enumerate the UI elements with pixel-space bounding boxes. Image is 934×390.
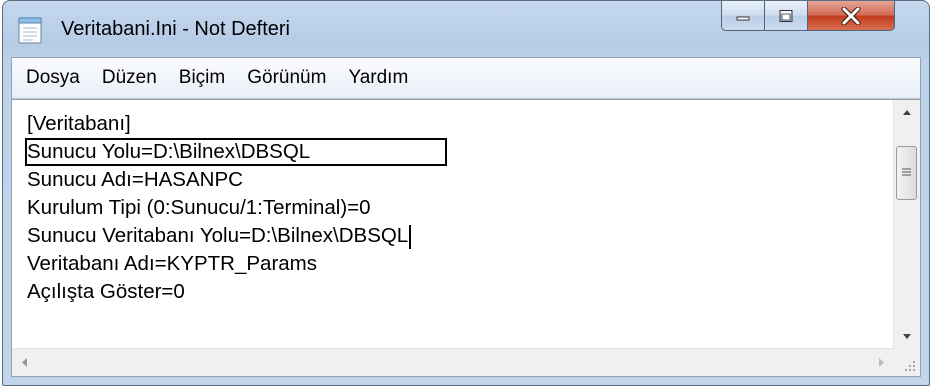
scroll-down-arrow-icon[interactable] bbox=[894, 323, 920, 349]
maximize-icon bbox=[779, 9, 793, 22]
scroll-left-arrow-icon[interactable] bbox=[12, 349, 38, 376]
text-line: Sunucu Veritabanı Yolu=D:\Bilnex\DBSQL bbox=[27, 224, 409, 247]
notepad-icon[interactable] bbox=[17, 15, 45, 45]
minimize-button[interactable] bbox=[721, 1, 765, 31]
scroll-up-arrow-icon[interactable] bbox=[894, 100, 920, 126]
text-line: [Veritabanı] bbox=[27, 112, 131, 135]
scroll-right-arrow-icon[interactable] bbox=[868, 349, 894, 376]
horizontal-scrollbar[interactable] bbox=[12, 348, 894, 376]
maximize-button[interactable] bbox=[764, 1, 808, 31]
menu-item-duzen[interactable]: Düzen bbox=[91, 58, 168, 98]
size-grip-icon[interactable] bbox=[894, 349, 920, 376]
client-area: Dosya Düzen Biçim Görünüm Yardım [Verita… bbox=[11, 57, 921, 377]
text-editor[interactable]: [Veritabanı] Sunucu Yolu=D:\Bilnex\DBSQL… bbox=[12, 99, 920, 376]
menu-item-yardim[interactable]: Yardım bbox=[337, 58, 419, 98]
text-line: Veritabanı Adı=KYPTR_Params bbox=[27, 252, 318, 275]
text-line: Sunucu Yolu=D:\Bilnex\DBSQL bbox=[27, 140, 311, 163]
scroll-grip-icon bbox=[902, 168, 911, 176]
menu-item-dosya[interactable]: Dosya bbox=[12, 58, 91, 98]
close-button[interactable] bbox=[807, 1, 895, 31]
menu-item-gorunum[interactable]: Görünüm bbox=[236, 58, 337, 98]
notepad-window: Veritabani.Ini - Not Defteri Dosya Düzen… bbox=[2, 0, 930, 386]
vertical-scrollbar[interactable] bbox=[893, 100, 920, 349]
text-line: Açılışta Göster=0 bbox=[27, 280, 185, 303]
menu-item-bicim[interactable]: Biçim bbox=[168, 58, 236, 98]
text-line-with-caret: Sunucu Veritabanı Yolu=D:\Bilnex\DBSQL bbox=[27, 223, 411, 249]
text-caret bbox=[409, 224, 411, 249]
text-line: Kurulum Tipi (0:Sunucu/1:Terminal)=0 bbox=[27, 196, 371, 219]
vertical-scroll-thumb[interactable] bbox=[896, 146, 917, 200]
close-icon bbox=[841, 6, 861, 25]
text-line: Sunucu Adı=HASANPC bbox=[27, 168, 243, 191]
minimize-icon bbox=[736, 16, 750, 20]
window-title: Veritabani.Ini - Not Defteri bbox=[61, 18, 290, 40]
menu-bar: Dosya Düzen Biçim Görünüm Yardım bbox=[12, 58, 920, 99]
text-area[interactable]: [Veritabanı] Sunucu Yolu=D:\Bilnex\DBSQL… bbox=[12, 100, 894, 349]
title-bar[interactable]: Veritabani.Ini - Not Defteri bbox=[3, 1, 929, 57]
